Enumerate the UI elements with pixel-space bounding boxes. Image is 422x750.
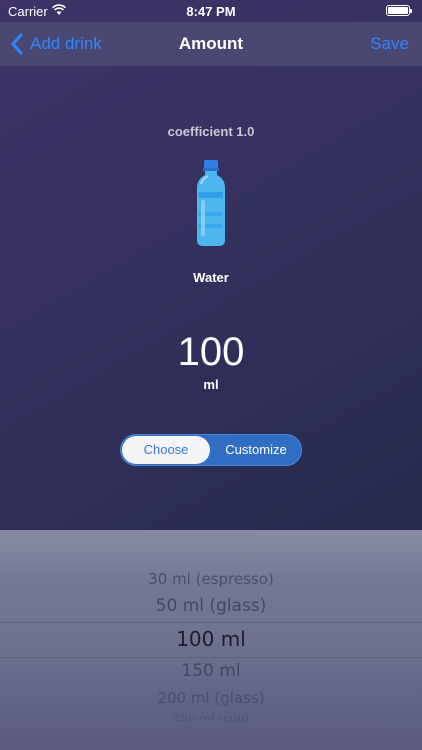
picker-item[interactable]: 30 ml (espresso) xyxy=(0,570,422,588)
segment-customize[interactable]: Customize xyxy=(211,436,301,464)
page-title: Amount xyxy=(178,34,244,53)
amount-mode-segmented-control: Choose Customize xyxy=(120,434,302,466)
water-bottle-icon xyxy=(197,160,225,246)
segment-choose[interactable]: Choose xyxy=(122,436,210,464)
picker-item[interactable]: 50 ml (glass) xyxy=(0,596,422,616)
amount-value: 100 xyxy=(177,330,245,374)
picker-item[interactable]: 200 ml (glass) xyxy=(0,689,422,707)
clock: 8:47 PM xyxy=(186,4,236,19)
save-button[interactable]: Save xyxy=(370,22,409,66)
battery-icon xyxy=(386,5,412,16)
coefficient-label: coefficient 1.0 xyxy=(167,124,255,139)
picker-item-selected[interactable]: 100 ml xyxy=(0,627,422,651)
status-bar: Carrier 8:47 PM xyxy=(0,0,422,22)
amount-picker[interactable]: 30 ml (espresso) 50 ml (glass) 100 ml 15… xyxy=(0,530,422,750)
amount-unit: ml xyxy=(203,377,219,392)
drink-name: Water xyxy=(193,270,229,285)
picker-item[interactable]: 250 ml (cup) xyxy=(0,713,422,724)
picker-item[interactable]: 150 ml xyxy=(0,661,422,681)
navigation-bar: Add drink Amount Save xyxy=(0,22,422,66)
